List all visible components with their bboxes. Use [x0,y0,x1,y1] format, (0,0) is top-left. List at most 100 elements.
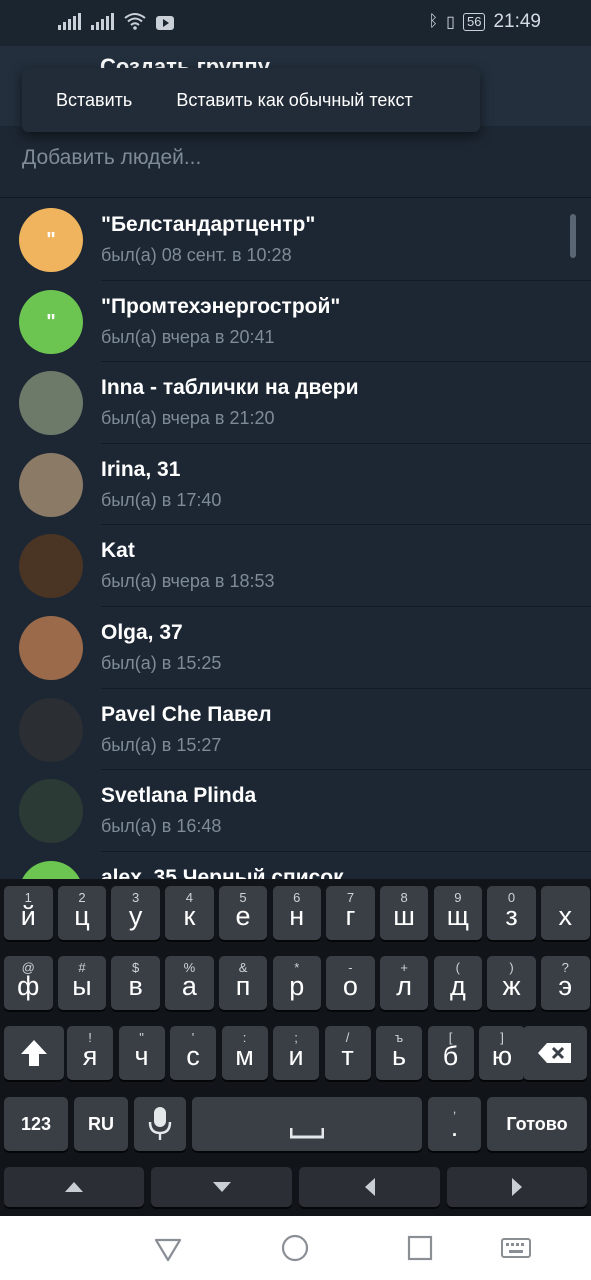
key-н[interactable]: 6н [272,886,321,940]
key-ы[interactable]: # ы [57,956,107,1010]
recents-icon[interactable] [404,1232,436,1264]
contact-row[interactable]: Kat был(а) вчера в 18:53 [0,525,591,607]
key-в[interactable]: $ в [111,956,160,1010]
navigation-bar [0,1216,591,1280]
key-ю[interactable]: ] ю [479,1026,525,1080]
avatar [19,452,83,517]
key-label: д [449,971,466,1001]
scrollbar[interactable] [570,214,576,258]
key-а[interactable]: % а [165,956,214,1010]
avatar [19,860,83,879]
language-key-label: RU [88,1114,114,1134]
shift-key[interactable] [4,1026,64,1080]
key-label: о [342,971,358,1001]
avatar-initial [19,371,83,435]
key-с[interactable]: ' с [170,1026,216,1080]
key-ш[interactable]: 8ш [379,886,429,940]
microphone-key[interactable] [134,1097,186,1151]
key-т[interactable]: / т [324,1026,371,1080]
arrow-down-key[interactable] [151,1167,292,1207]
avatar-initial [19,698,83,762]
key-й[interactable]: 1й [4,886,53,940]
paste-plain-text-button[interactable]: Вставить как обычный текст [154,68,434,132]
key-ь[interactable]: ъь [376,1026,422,1080]
contact-row[interactable]: Inna - таблички на двери был(а) вчера в 2… [0,362,591,444]
key-р[interactable]: * р [272,956,321,1010]
key-ж[interactable]: ) ж [487,956,536,1010]
add-people-input[interactable] [22,146,562,170]
shift-icon [21,1040,47,1066]
language-key[interactable]: RU [74,1097,128,1151]
key-label: а [181,971,197,1001]
contact-name: Olga, 37 [101,620,183,644]
contact-last-seen: был(а) вчера в 21:20 [101,408,275,429]
key-label: в [128,971,143,1001]
contact-last-seen: был(а) в 17:40 [101,489,222,510]
key-label: х [558,901,573,931]
paste-button[interactable]: Вставить [22,68,154,132]
space-key[interactable] [192,1097,422,1151]
key-label: ы [72,971,92,1001]
backspace-key[interactable] [523,1026,587,1080]
key-э[interactable]: ? э [541,956,590,1010]
key-б[interactable]: [б [427,1026,474,1080]
status-left [58,12,174,30]
avatar-initial: " [46,310,56,333]
contact-row[interactable]: " "Промтехэнергострой" был(а) вчера в 20:4… [0,281,591,363]
key-щ[interactable]: 9щ [433,886,483,940]
avatar [19,534,83,599]
contact-name: Kat [101,539,135,563]
key-ч[interactable]: " ч [118,1026,165,1080]
status-right: ᛒ ▯ 56 21:49 [429,11,541,33]
back-icon[interactable] [152,1232,184,1264]
key-label: и [288,1041,304,1071]
numbers-key[interactable]: 123 [4,1097,68,1151]
contact-row[interactable]: Svetlana Plinda был(а) в 16:48 [0,770,591,852]
key-label: т [341,1041,354,1071]
key-label: р [289,971,305,1001]
keyboard: 123 RU , . Готово 1й2ц3у4к5е6н7г8ш 9 щ 0… [0,879,591,1216]
status-bar: ᛒ ▯ 56 21:49 [0,0,591,46]
contact-name: Svetlana Plinda [101,784,257,808]
contact-row[interactable]: Pavel Che Павел был(а) в 15:27 [0,689,591,771]
key-е[interactable]: 5е [218,886,268,940]
contact-row[interactable]: alex, 35 Черный список [0,852,591,879]
arrow-right-key[interactable] [447,1167,587,1207]
period-key[interactable]: , . [428,1097,481,1151]
contact-row[interactable]: Olga, 37 был(а) в 15:25 [0,607,591,689]
key-ц[interactable]: 2ц [57,886,107,940]
key-я[interactable]: ! я [67,1026,113,1080]
microphone-icon [148,1107,172,1140]
key-и[interactable]: ; и [273,1026,319,1080]
key-з[interactable]: 0з [487,886,536,940]
key-о[interactable]: -о [326,956,375,1010]
avatar: " [19,289,83,354]
key-г[interactable]: 7г [326,886,375,940]
wifi-icon [124,13,146,30]
avatar [19,371,83,436]
contact-last-seen: был(а) в 15:25 [101,652,222,673]
space-icon [290,1128,324,1139]
avatar-initial [19,453,83,517]
contact-row[interactable]: Irina, 31 был(а) в 17:40 [0,444,591,526]
contact-name: "Белстандартцентр" [101,213,316,236]
keyboard-switch-icon[interactable] [500,1232,532,1264]
key-х[interactable]: х [541,886,590,940]
key-м[interactable]: :м [221,1026,268,1080]
key-д[interactable]: (д [433,956,483,1010]
key-к[interactable]: 4к [165,886,214,940]
contact-row[interactable]: " "Белстандартцентр" был(а) 08 сент. в 10:… [0,199,591,281]
key-у[interactable]: 3у [111,886,160,940]
key-label: ь [391,1041,407,1071]
key-п[interactable]: & п [218,956,268,1010]
key-label: ю [491,1041,513,1071]
key-л[interactable]: + л [379,956,429,1010]
arrow-up-key[interactable] [4,1167,144,1207]
arrow-left-key[interactable] [299,1167,440,1207]
done-key[interactable]: Готово [487,1097,587,1151]
contact-last-seen: был(а) 08 сент. в 10:28 [101,245,292,265]
key-ф[interactable]: @ ф [4,956,53,1010]
avatar: " [19,208,83,272]
add-people-bar [0,126,591,198]
home-icon[interactable] [279,1232,311,1264]
